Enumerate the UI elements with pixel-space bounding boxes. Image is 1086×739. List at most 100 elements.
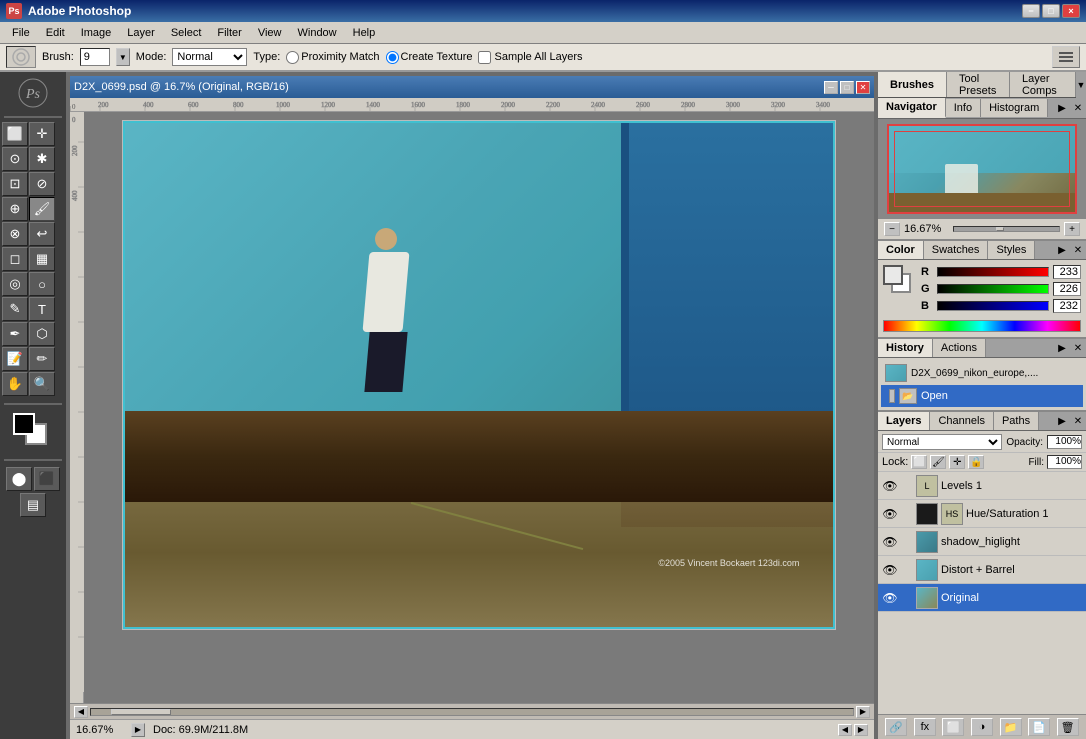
tool-eyedropper[interactable]: ✏ (29, 347, 55, 371)
menu-window[interactable]: Window (290, 25, 345, 41)
scroll-right-btn[interactable]: ▶ (856, 706, 870, 718)
tool-quick-mask[interactable]: ⬤ (6, 467, 32, 491)
sample-checkbox[interactable] (478, 51, 491, 64)
tool-pen[interactable]: ✒ (2, 322, 28, 346)
fill-input[interactable]: 100% (1047, 455, 1082, 469)
tab-layer-comps[interactable]: Layer Comps (1010, 72, 1076, 97)
layer-eye-shadow[interactable]: 👁 (882, 534, 898, 550)
layer-item-original[interactable]: 👁 Original (878, 584, 1086, 612)
canvas-scroll[interactable]: ©2005 Vincent Bockaert 123di.com (84, 112, 874, 703)
tab-actions[interactable]: Actions (933, 339, 986, 357)
tab-tool-presets[interactable]: Tool Presets (947, 72, 1010, 97)
layer-chain-distort[interactable] (901, 562, 913, 578)
lock-all-btn[interactable]: 🔒 (968, 455, 984, 469)
foreground-color[interactable] (13, 413, 35, 435)
tool-screen-mode[interactable]: ⬛ (34, 467, 60, 491)
tab-navigator[interactable]: Navigator (878, 98, 946, 118)
tool-slice[interactable]: ⊘ (29, 172, 55, 196)
r-value[interactable]: 233 (1053, 265, 1081, 279)
add-mask-btn[interactable]: ⬜ (942, 718, 964, 736)
menu-edit[interactable]: Edit (38, 25, 73, 41)
new-layer-btn[interactable]: 📄 (1028, 718, 1050, 736)
lock-pixels-btn[interactable]: ⬜ (911, 455, 927, 469)
tool-shape[interactable]: ⬡ (29, 322, 55, 346)
scroll-thumb[interactable] (111, 709, 171, 715)
b-value[interactable]: 232 (1053, 299, 1081, 313)
tool-notes[interactable]: 📝 (2, 347, 28, 371)
zoom-in-btn[interactable]: + (1064, 222, 1080, 236)
scroll-track[interactable] (90, 708, 854, 716)
minimize-button[interactable]: − (1022, 4, 1040, 18)
tool-magic-wand[interactable]: ✱ (29, 147, 55, 171)
maximize-button[interactable]: □ (1042, 4, 1060, 18)
doc-maximize-btn[interactable]: □ (840, 81, 854, 94)
g-slider[interactable] (937, 284, 1049, 294)
add-style-btn[interactable]: fx (914, 718, 936, 736)
sample-checkbox-label[interactable]: Sample All Layers (478, 51, 582, 64)
panel-top-collapse[interactable]: ▼ (1076, 72, 1086, 98)
tool-path[interactable]: ✎ (2, 297, 28, 321)
tool-zoom[interactable]: 🔍 (29, 372, 55, 396)
tool-hand[interactable]: ✋ (2, 372, 28, 396)
history-menu-btn[interactable]: ▶ (1054, 340, 1070, 356)
doc-close-btn[interactable]: ✕ (856, 81, 870, 94)
brush-dropdown-btn[interactable]: ▼ (116, 48, 130, 66)
mode-select[interactable]: Normal Multiply Screen (172, 48, 247, 66)
tab-layers[interactable]: Layers (878, 412, 930, 430)
zoom-indicator[interactable]: ▶ (131, 723, 145, 737)
close-button[interactable]: × (1062, 4, 1080, 18)
new-adjustment-btn[interactable]: ◑ (971, 718, 993, 736)
options-menu-btn[interactable] (1052, 46, 1080, 68)
layer-eye-distort[interactable]: 👁 (882, 562, 898, 578)
fg-color-swatch[interactable] (883, 265, 903, 285)
tool-blur[interactable]: ◎ (2, 272, 28, 296)
scroll-left-btn[interactable]: ◀ (74, 706, 88, 718)
history-item-open[interactable]: 📂 Open (881, 385, 1083, 407)
menu-select[interactable]: Select (163, 25, 210, 41)
lock-image-btn[interactable]: 🖌 (930, 455, 946, 469)
menu-view[interactable]: View (250, 25, 290, 41)
layer-chain-shadow[interactable] (901, 534, 913, 550)
menu-help[interactable]: Help (345, 25, 384, 41)
tab-histogram[interactable]: Histogram (981, 99, 1048, 117)
texture-radio[interactable] (386, 51, 399, 64)
proximity-radio[interactable] (286, 51, 299, 64)
doc-minimize-btn[interactable]: ─ (824, 81, 838, 94)
color-swatches[interactable] (13, 413, 53, 451)
tab-swatches[interactable]: Swatches (924, 241, 989, 259)
horizontal-scrollbar[interactable]: ◀ ▶ (70, 703, 874, 719)
tool-brush[interactable]: 🖌 (29, 197, 55, 221)
tool-type[interactable]: T (29, 297, 55, 321)
layer-chain-original[interactable] (901, 590, 913, 606)
zoom-slider[interactable] (953, 226, 1060, 232)
layer-item-shadow[interactable]: 👁 shadow_higlight (878, 528, 1086, 556)
b-slider[interactable] (937, 301, 1049, 311)
tab-info[interactable]: Info (946, 99, 981, 117)
tool-move[interactable]: ✛ (29, 122, 55, 146)
menu-image[interactable]: Image (73, 25, 120, 41)
navigator-collapse-btn[interactable]: ✕ (1070, 100, 1086, 116)
tab-paths[interactable]: Paths (994, 412, 1039, 430)
color-menu-btn[interactable]: ▶ (1054, 242, 1070, 258)
zoom-out-btn[interactable]: − (884, 222, 900, 236)
tool-lasso[interactable]: ⊙ (2, 147, 28, 171)
layer-item-huesat[interactable]: 👁 HS Hue/Saturation 1 (878, 500, 1086, 528)
menu-filter[interactable]: Filter (209, 25, 249, 41)
tool-dodge[interactable]: ○ (29, 272, 55, 296)
tool-crop[interactable]: ⊡ (2, 172, 28, 196)
brush-size-input[interactable] (80, 48, 110, 66)
history-snapshot[interactable]: D2X_0699_nikon_europe,.... (881, 361, 1083, 385)
link-layers-btn[interactable]: 🔗 (885, 718, 907, 736)
vscroll-up-btn[interactable]: ◀ (838, 724, 852, 736)
layers-menu-btn[interactable]: ▶ (1054, 413, 1070, 429)
lock-position-btn[interactable]: ✛ (949, 455, 965, 469)
tab-channels[interactable]: Channels (930, 412, 993, 430)
navigator-menu-btn[interactable]: ▶ (1054, 100, 1070, 116)
menu-layer[interactable]: Layer (119, 25, 163, 41)
tab-color[interactable]: Color (878, 241, 924, 259)
titlebar-controls[interactable]: − □ × (1022, 4, 1080, 18)
texture-radio-label[interactable]: Create Texture (386, 51, 473, 64)
proximity-radio-label[interactable]: Proximity Match (286, 51, 379, 64)
delete-layer-btn[interactable]: 🗑 (1057, 718, 1079, 736)
tool-eraser[interactable]: ◻ (2, 247, 28, 271)
